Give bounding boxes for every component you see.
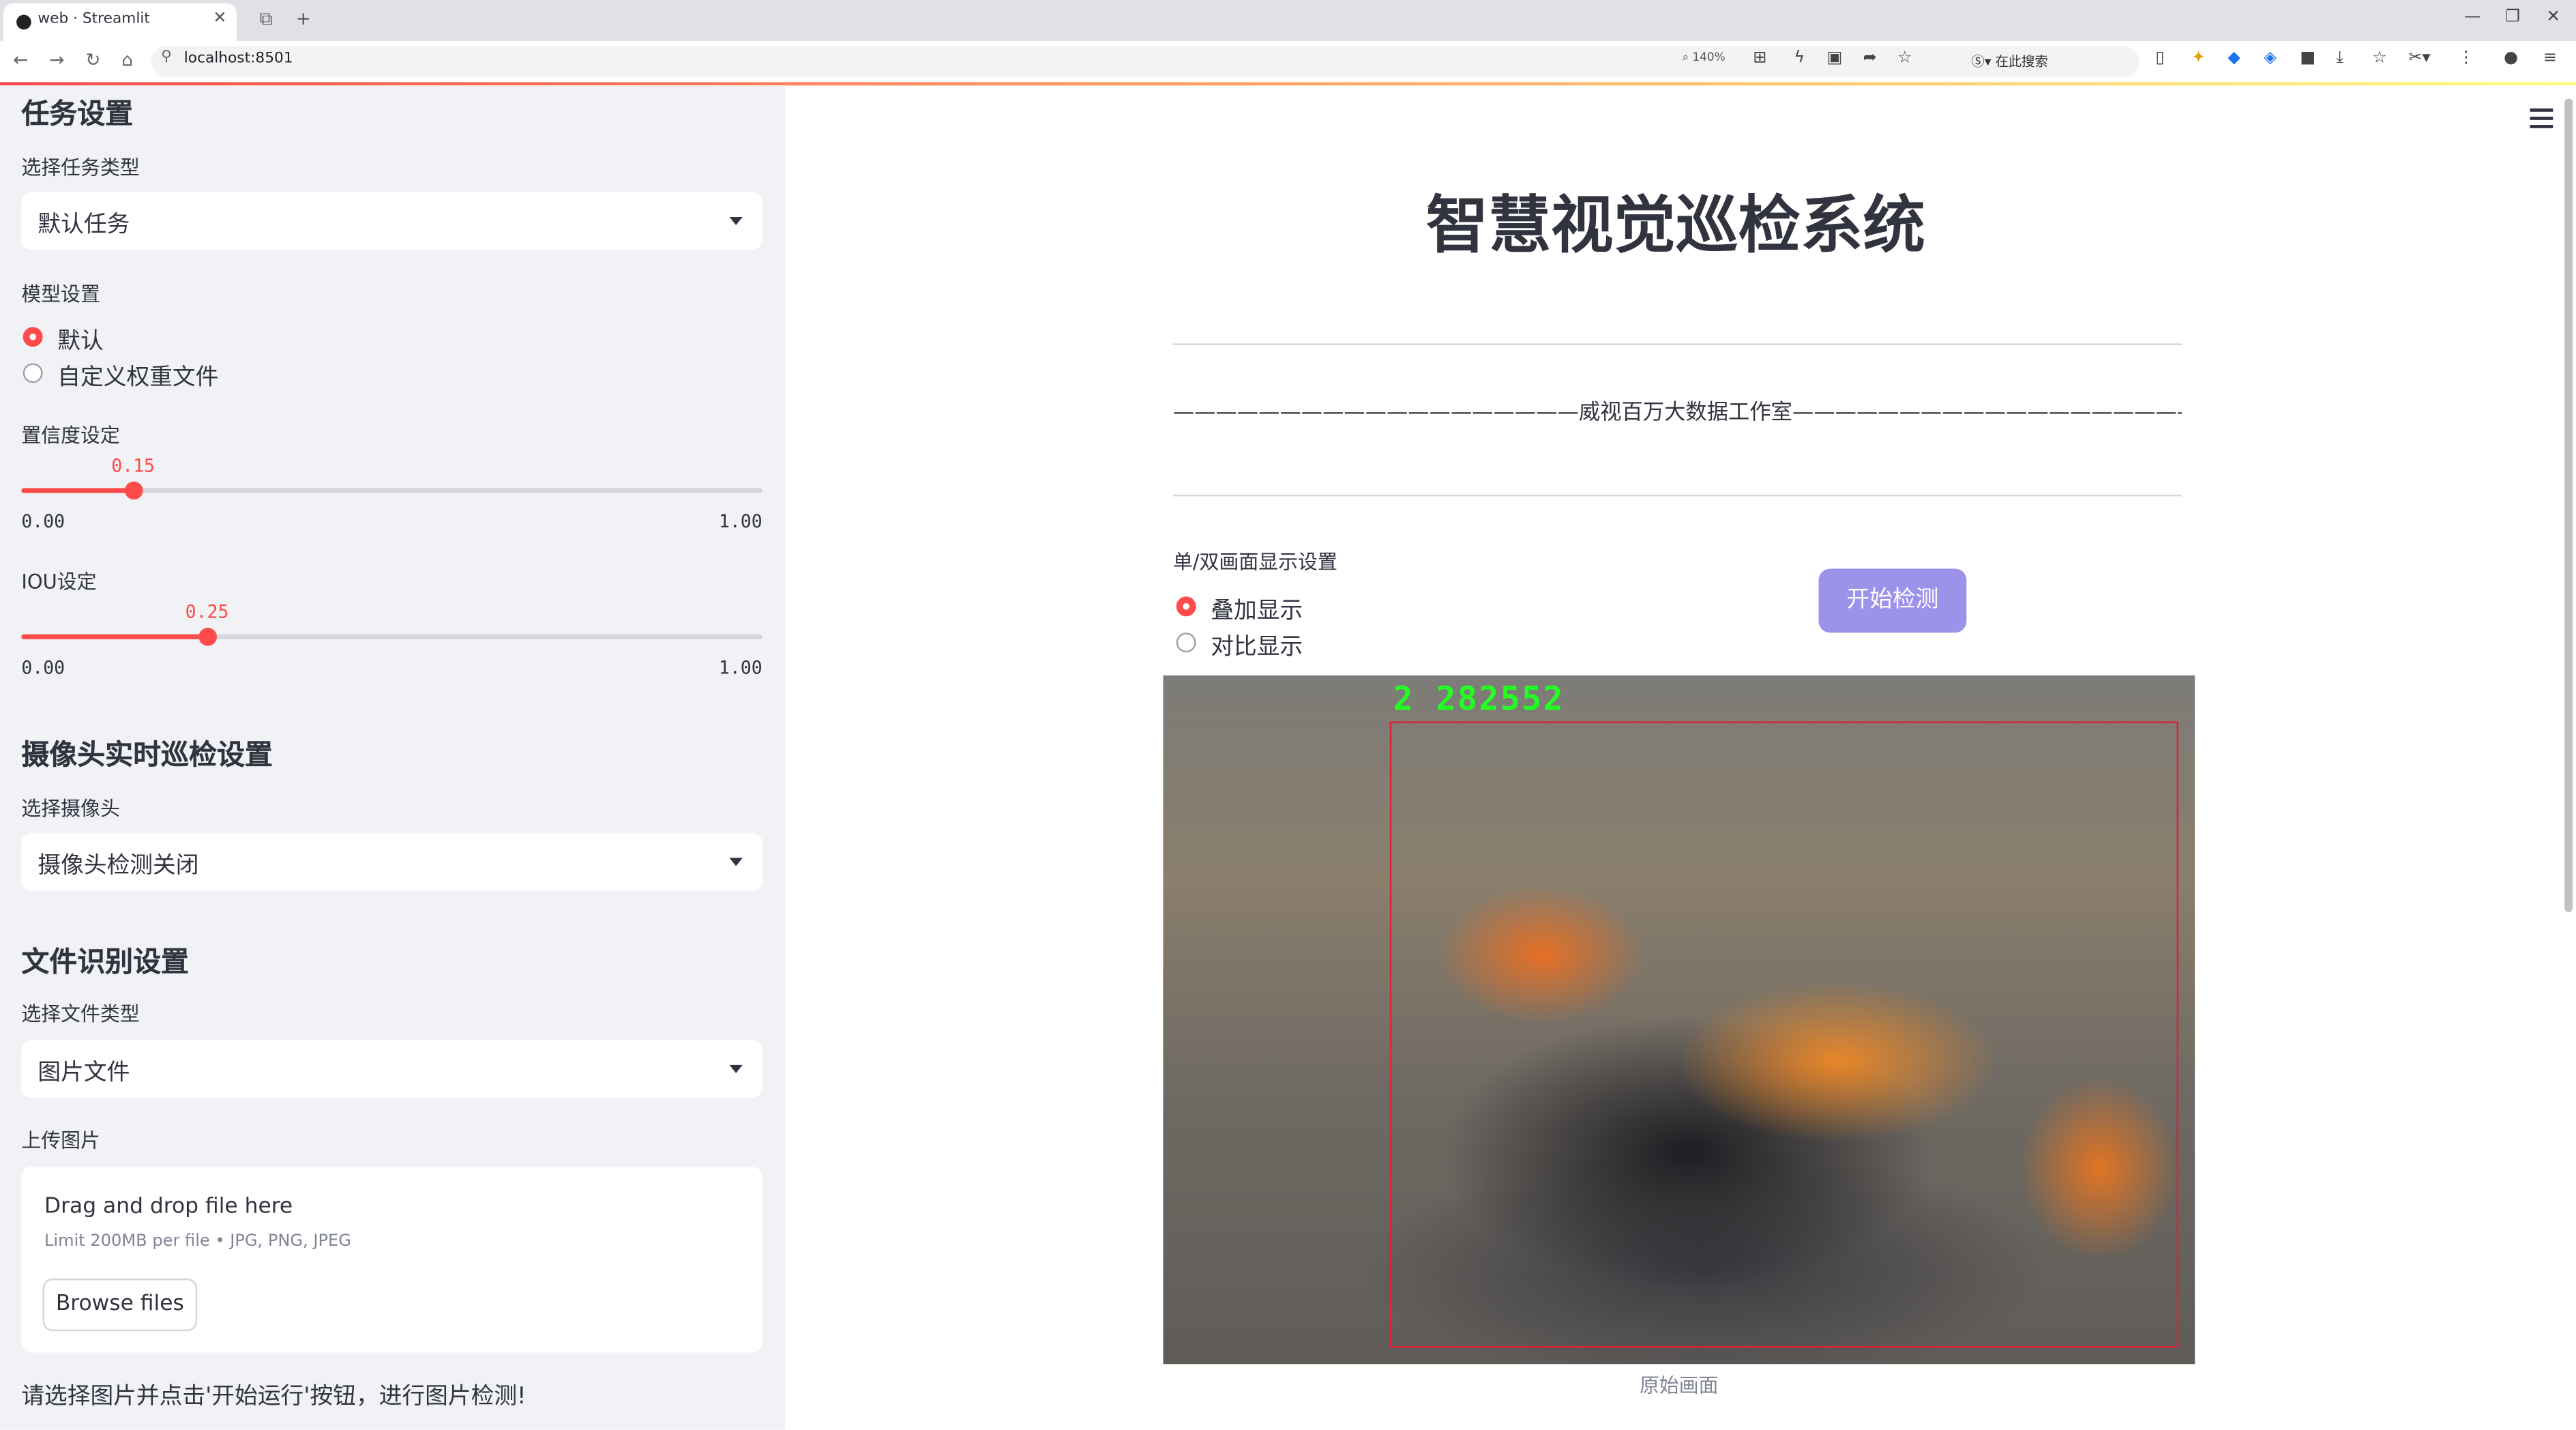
slider-value: 0.15 xyxy=(111,455,156,477)
minimize-icon[interactable]: — xyxy=(2464,8,2481,26)
profile-avatar-icon[interactable]: ● xyxy=(2504,49,2518,67)
new-tab-icon[interactable]: + xyxy=(296,8,311,29)
favorites-icon[interactable]: ☆ xyxy=(2372,49,2387,67)
extension-2-icon[interactable]: ◆ xyxy=(2227,49,2240,67)
dropzone-text: Drag and drop file here xyxy=(44,1195,293,1220)
site-info-icon[interactable]: ⚲ xyxy=(161,49,172,65)
slider-fill xyxy=(21,634,207,640)
forward-icon[interactable]: → xyxy=(49,49,64,70)
extension-3-icon[interactable]: ◈ xyxy=(2264,49,2277,67)
slider-value: 0.25 xyxy=(185,601,229,623)
lightning-icon[interactable]: ϟ xyxy=(1794,49,1805,67)
display-mode-label: 单/双画面显示设置 xyxy=(1172,550,1337,574)
file-settings-header: 文件识别设置 xyxy=(21,946,190,980)
slider-thumb[interactable] xyxy=(198,628,217,646)
model-option-label: 默认 xyxy=(57,328,104,355)
file-type-select[interactable]: 图片文件 xyxy=(21,1040,763,1098)
model-settings-label: 模型设置 xyxy=(21,282,100,306)
radio-selected-icon xyxy=(23,327,43,347)
page-title: 智慧视觉巡检系统 xyxy=(1425,189,1926,261)
radio-selected-icon xyxy=(1176,596,1196,617)
file-dropzone[interactable]: Drag and drop file here Limit 200MB per … xyxy=(21,1167,763,1353)
task-type-select[interactable]: 默认任务 xyxy=(21,192,763,250)
close-tab-icon[interactable]: ✕ xyxy=(213,10,226,27)
chevron-down-icon xyxy=(729,216,743,226)
file-type-value: 图片文件 xyxy=(38,1060,130,1087)
chevron-down-icon xyxy=(729,1064,743,1073)
slider-thumb[interactable] xyxy=(125,481,143,500)
divider xyxy=(1172,495,2182,497)
detection-image: 2 282552 xyxy=(1163,675,2195,1365)
home-icon[interactable]: ⌂ xyxy=(121,49,133,70)
browser-menu-icon[interactable]: ≡ xyxy=(2543,49,2557,67)
translate-icon[interactable]: ⊞ xyxy=(1753,49,1766,67)
extension-4-icon[interactable]: ■ xyxy=(2300,49,2315,67)
more-menu-icon[interactable]: ⋮ xyxy=(2458,49,2474,67)
confidence-label: 置信度设定 xyxy=(21,424,120,448)
camera-select[interactable]: 摄像头检测关闭 xyxy=(21,833,763,891)
camera-settings-header: 摄像头实时巡检设置 xyxy=(21,739,273,773)
file-type-label: 选择文件类型 xyxy=(21,1002,140,1026)
reload-icon[interactable]: ↻ xyxy=(85,49,100,70)
screenshot-icon[interactable]: ▣ xyxy=(1827,49,1843,67)
start-detection-button[interactable]: 开始检测 xyxy=(1818,568,1967,633)
detection-label: 2 282552 xyxy=(1393,678,1565,718)
browse-files-button[interactable]: Browse files xyxy=(42,1279,198,1332)
display-option-label: 叠加显示 xyxy=(1211,598,1303,625)
detection-bounding-box xyxy=(1389,721,2179,1348)
slider-min: 0.00 xyxy=(21,657,65,679)
sidebar-instruction: 请选择图片并点击'开始运行'按钮，进行图片检测! xyxy=(21,1384,527,1410)
display-option-label: 对比显示 xyxy=(1211,634,1303,661)
page-subtitle: ———————————————————威视百万大数据工作室———————————… xyxy=(1172,400,2182,426)
zoom-level: 140% xyxy=(1692,50,1726,64)
dropzone-limit: Limit 200MB per file • JPG, PNG, JPEG xyxy=(44,1232,351,1251)
iou-label: IOU设定 xyxy=(21,570,97,594)
search-hint-text: 在此搜索 xyxy=(1995,54,2048,70)
task-settings-header: 任务设置 xyxy=(21,98,134,132)
browser-tab[interactable]: web · Streamlit ✕ xyxy=(3,3,237,42)
radio-unselected-icon xyxy=(23,363,43,383)
streamlit-favicon-icon xyxy=(16,14,31,30)
url-text: localhost:8501 xyxy=(183,50,293,68)
url-field[interactable]: ⚲ localhost:8501 ⌕ 140% ⊞ ϟ ▣ ➦ ☆ Ⓢ▾ 在此搜… xyxy=(151,46,2140,78)
share-icon[interactable]: ➦ xyxy=(1863,49,1877,67)
cut-icon[interactable]: ✂▾ xyxy=(2408,49,2430,67)
camera-select-value: 摄像头检测关闭 xyxy=(38,853,199,879)
bookmark-star-icon[interactable]: ☆ xyxy=(1897,49,1912,67)
tab-group-icon[interactable]: ⧉ xyxy=(260,8,273,31)
confidence-slider[interactable]: 0.15 0.00 1.00 xyxy=(21,455,763,533)
scrollbar[interactable] xyxy=(2564,98,2573,912)
slider-min: 0.00 xyxy=(21,511,65,533)
image-caption: 原始画面 xyxy=(1639,1373,1719,1397)
zoom-indicator[interactable]: ⌕ 140% xyxy=(1683,51,1726,66)
model-option-label: 自定义权重文件 xyxy=(57,364,219,392)
task-type-label: 选择任务类型 xyxy=(21,156,140,179)
upload-label: 上传图片 xyxy=(21,1128,100,1152)
browser-tab-bar: web · Streamlit ✕ ⧉ + — ❐ ✕ xyxy=(0,0,2576,42)
divider xyxy=(1172,343,2182,345)
task-type-value: 默认任务 xyxy=(38,211,130,239)
download-icon[interactable]: ⤓ xyxy=(2336,49,2343,67)
search-engine-hint[interactable]: Ⓢ▾ 在此搜索 xyxy=(1972,53,2048,70)
main-menu-icon[interactable] xyxy=(2530,108,2553,133)
chevron-down-icon xyxy=(729,858,743,866)
reading-icon[interactable]: ▯ xyxy=(2155,49,2164,67)
extension-1-icon[interactable]: ✦ xyxy=(2191,49,2205,67)
close-window-icon[interactable]: ✕ xyxy=(2547,8,2560,26)
back-icon[interactable]: ← xyxy=(13,49,28,70)
slider-max: 1.00 xyxy=(718,657,763,679)
address-bar-row: ← → ↻ ⌂ ⚲ localhost:8501 ⌕ 140% ⊞ ϟ ▣ ➦ … xyxy=(0,41,2576,84)
iou-slider[interactable]: 0.25 0.00 1.00 xyxy=(21,602,763,679)
tab-title: web · Streamlit xyxy=(38,11,150,28)
slider-fill xyxy=(21,488,134,493)
radio-unselected-icon xyxy=(1176,632,1196,653)
restore-icon[interactable]: ❐ xyxy=(2505,8,2520,26)
slider-max: 1.00 xyxy=(718,511,763,533)
camera-select-label: 选择摄像头 xyxy=(21,797,120,820)
